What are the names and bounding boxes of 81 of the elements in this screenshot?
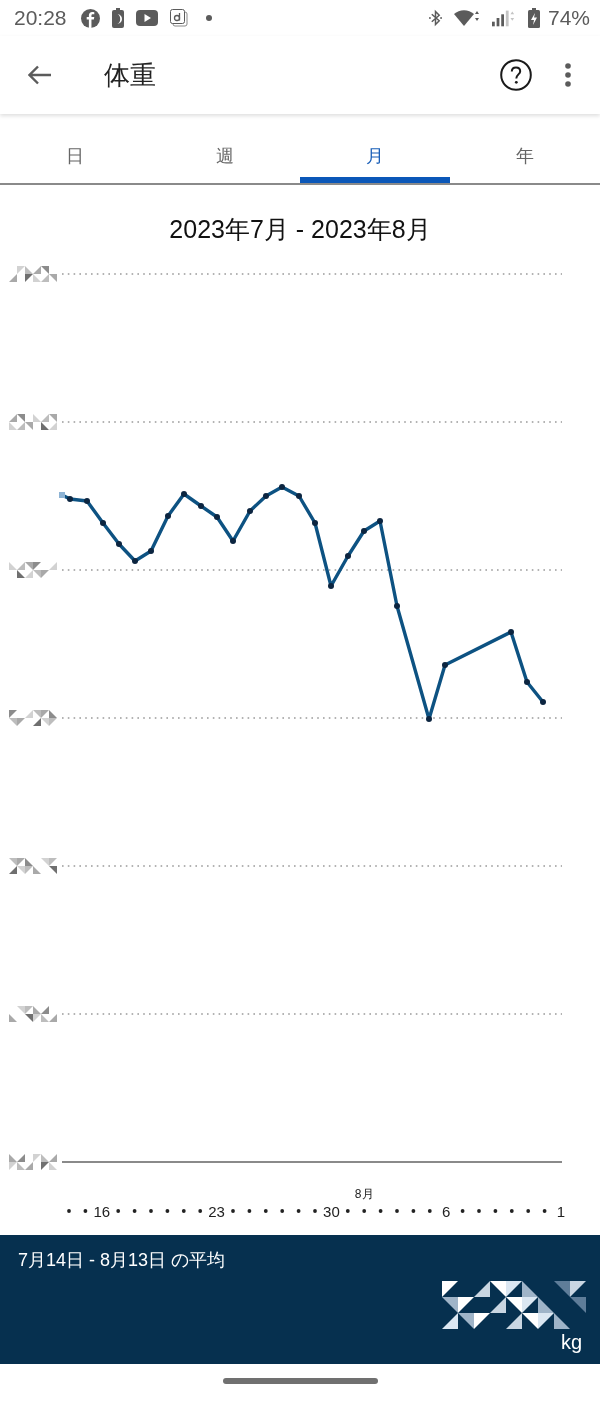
tick-dot bbox=[395, 1209, 399, 1213]
average-period-label: 7月14日 - 8月13日 の平均 bbox=[18, 1249, 226, 1271]
data-point bbox=[442, 662, 448, 668]
back-arrow-icon bbox=[28, 65, 52, 85]
data-point bbox=[508, 629, 514, 635]
data-point bbox=[394, 603, 400, 609]
status-time: 20:28 bbox=[14, 6, 67, 30]
data-point bbox=[165, 513, 171, 519]
chart-title: 2023年7月 - 2023年8月 bbox=[168, 214, 432, 245]
phone-app-icon bbox=[111, 8, 124, 28]
play-button-icon bbox=[135, 10, 158, 26]
x-axis-label: 16 bbox=[93, 1203, 111, 1220]
tick-dot bbox=[427, 1209, 432, 1213]
period-tab[interactable]: 日 bbox=[0, 120, 150, 183]
data-point bbox=[426, 716, 432, 722]
tick-dot bbox=[149, 1209, 153, 1213]
round-app-icon bbox=[80, 8, 100, 28]
help-icon bbox=[500, 59, 532, 91]
data-point bbox=[279, 484, 285, 490]
tick-dot bbox=[116, 1209, 121, 1213]
data-point bbox=[181, 491, 187, 497]
signal-icon bbox=[491, 9, 516, 27]
unit-label: kg bbox=[560, 1331, 582, 1353]
tick-dot bbox=[296, 1209, 301, 1213]
data-point bbox=[377, 518, 383, 524]
data-point bbox=[198, 503, 204, 509]
tick-dot bbox=[313, 1209, 317, 1213]
data-point bbox=[116, 541, 122, 547]
tick-dot bbox=[509, 1209, 514, 1213]
tick-dot bbox=[231, 1209, 235, 1213]
tick-dot bbox=[362, 1209, 367, 1213]
wifi-icon bbox=[453, 9, 480, 27]
tick-dot bbox=[132, 1209, 137, 1213]
tick-dot bbox=[165, 1209, 170, 1213]
data-point bbox=[214, 514, 220, 520]
data-point bbox=[296, 493, 302, 499]
x-axis-label: 1 bbox=[556, 1203, 566, 1220]
bluetooth-icon bbox=[428, 9, 442, 27]
data-point bbox=[132, 558, 138, 564]
data-point bbox=[67, 496, 73, 502]
data-point bbox=[540, 699, 546, 705]
tick-dot bbox=[542, 1209, 547, 1213]
tick-dot bbox=[411, 1209, 416, 1213]
tick-dot bbox=[263, 1209, 268, 1213]
tick-dot bbox=[83, 1209, 88, 1213]
battery-percent: 74% bbox=[547, 6, 590, 30]
tick-dot bbox=[67, 1209, 71, 1213]
period-tab[interactable]: 月 bbox=[300, 120, 450, 183]
battery-icon bbox=[527, 8, 540, 28]
tick-dot bbox=[378, 1209, 383, 1213]
tick-dot bbox=[181, 1209, 186, 1213]
screen-title: 体重 bbox=[104, 58, 156, 92]
data-point bbox=[361, 528, 367, 534]
menu-icon bbox=[565, 63, 571, 87]
tick-dot bbox=[198, 1209, 203, 1213]
data-point bbox=[148, 548, 154, 554]
data-point bbox=[524, 679, 530, 685]
month-label: 8月 bbox=[354, 1187, 374, 1201]
square-app-icon bbox=[169, 9, 188, 27]
tick-dot bbox=[247, 1209, 252, 1213]
data-point bbox=[84, 498, 90, 504]
tick-dot bbox=[493, 1209, 498, 1213]
tick-dot bbox=[345, 1209, 350, 1213]
tick-dot bbox=[477, 1209, 481, 1213]
x-axis-label: 23 bbox=[208, 1203, 225, 1220]
data-point bbox=[230, 538, 236, 544]
tick-dot bbox=[280, 1209, 285, 1213]
period-tab[interactable]: 週 bbox=[150, 120, 300, 183]
data-point bbox=[345, 553, 351, 559]
x-axis-label: 30 bbox=[323, 1203, 340, 1220]
data-point bbox=[247, 508, 253, 514]
data-point bbox=[312, 520, 318, 526]
data-point bbox=[100, 520, 106, 526]
tick-dot bbox=[460, 1209, 465, 1213]
data-point bbox=[328, 583, 334, 589]
edge-marker-icon bbox=[59, 492, 65, 498]
dot-icon bbox=[205, 15, 212, 21]
period-tab[interactable]: 年 bbox=[450, 120, 600, 183]
data-point bbox=[263, 493, 269, 499]
x-axis-label: 6 bbox=[442, 1203, 451, 1220]
tick-dot bbox=[526, 1209, 531, 1213]
